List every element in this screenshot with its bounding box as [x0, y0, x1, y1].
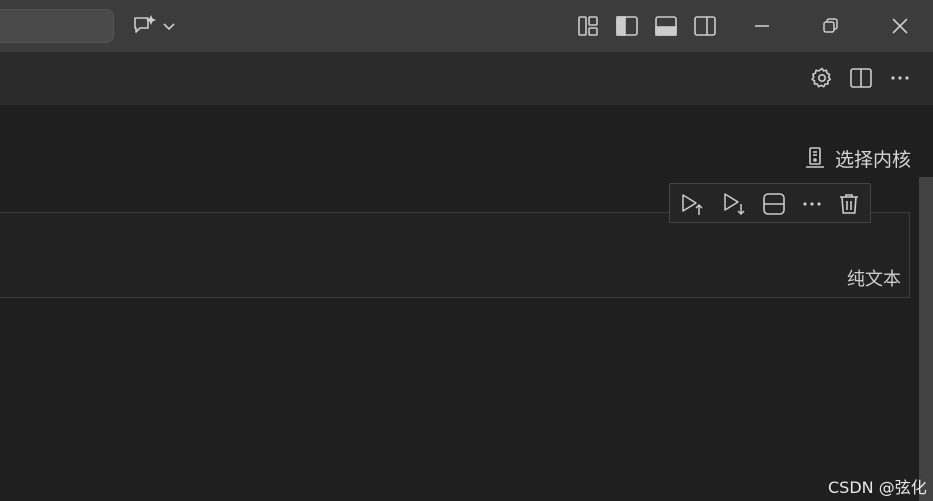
toggle-primary-sidebar-icon[interactable] — [615, 14, 639, 38]
chat-menu-button[interactable] — [132, 12, 180, 40]
chevron-down-icon — [162, 19, 176, 33]
more-actions-icon[interactable] — [799, 191, 825, 217]
minimize-icon[interactable] — [748, 12, 776, 40]
chat-sparkle-icon — [132, 13, 158, 39]
toggle-secondary-sidebar-icon[interactable] — [693, 14, 717, 38]
delete-icon[interactable] — [836, 191, 862, 217]
customize-layout-icon[interactable] — [576, 14, 600, 38]
toggle-panel-icon[interactable] — [654, 14, 678, 38]
more-actions-icon[interactable] — [888, 66, 912, 90]
cell-language-label[interactable]: 纯文本 — [847, 265, 901, 291]
execute-below-icon[interactable] — [721, 191, 747, 217]
select-kernel-label: 选择内核 — [835, 148, 912, 171]
execute-above-icon[interactable] — [679, 191, 705, 217]
watermark-text: CSDN @弦化 — [828, 478, 927, 497]
command-center-search[interactable] — [0, 9, 114, 43]
select-kernel-button[interactable]: 选择内核 — [804, 145, 911, 171]
editor-toolbar — [0, 52, 933, 105]
server-environment-icon — [804, 146, 826, 170]
vertical-scrollbar[interactable] — [919, 177, 933, 501]
notebook-cell[interactable]: 纯文本 — [0, 212, 910, 298]
split-cell-icon[interactable] — [761, 191, 787, 217]
gear-icon[interactable] — [810, 66, 834, 90]
split-editor-icon[interactable] — [849, 66, 873, 90]
title-bar — [0, 0, 933, 52]
cell-toolbar — [669, 183, 871, 223]
restore-icon[interactable] — [816, 12, 844, 40]
close-icon[interactable] — [886, 12, 914, 40]
